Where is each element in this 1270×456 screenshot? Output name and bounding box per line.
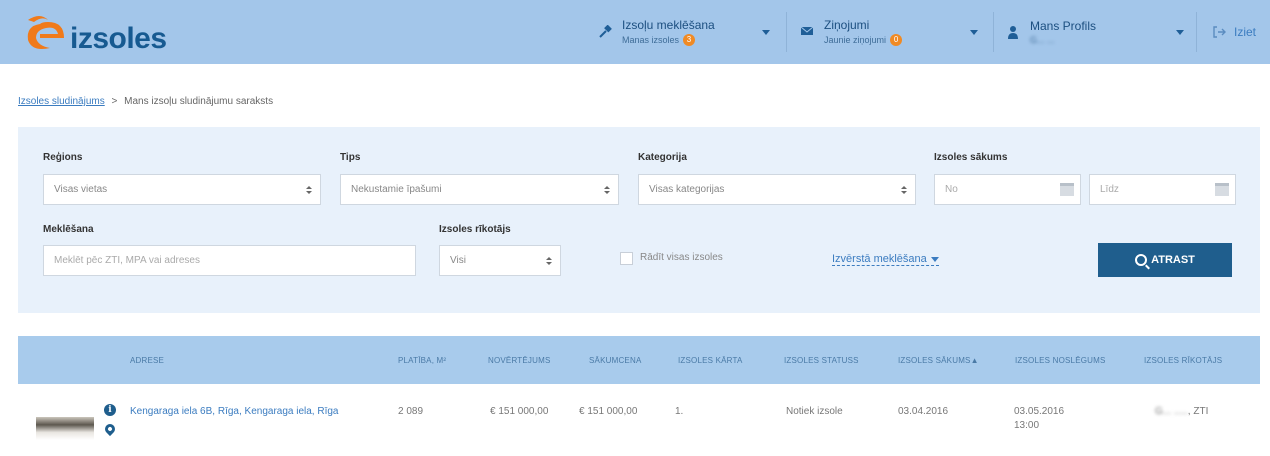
organizer-select[interactable]: Visi xyxy=(439,245,561,276)
nav-auction-search-subtitle: Manas izsoles xyxy=(622,35,680,45)
nav-divider xyxy=(1196,12,1197,52)
select-arrows-icon xyxy=(604,186,610,195)
auctions-count-badge: 3 xyxy=(683,34,696,46)
date-to-input[interactable]: Līdz xyxy=(1089,174,1236,205)
search-button-label: ATRAST xyxy=(1151,254,1195,266)
search-icon xyxy=(1135,254,1148,266)
auction-start-label: Izsoles sākums xyxy=(934,152,1008,163)
auction-status-value: Notiek izsole xyxy=(786,406,843,417)
nav-profile-username: G... ... xyxy=(1030,35,1055,45)
category-label: Kategorija xyxy=(638,152,687,163)
nav-profile[interactable]: Mans Profils G... ... xyxy=(1006,0,1096,64)
date-from-placeholder: No xyxy=(945,184,958,195)
valuation-value: € 151 000,00 xyxy=(490,406,549,417)
top-header: izsoles Izsoļu meklēšana Manas izsoles 3 … xyxy=(0,0,1270,64)
hammer-icon xyxy=(598,24,612,39)
calendar-icon[interactable] xyxy=(1060,183,1074,196)
info-icon[interactable]: i xyxy=(104,404,116,416)
column-organizer[interactable]: IZSOLES RĪKOTĀJS xyxy=(1144,356,1222,365)
breadcrumb-current: Mans izsoļu sludinājumu saraksts xyxy=(124,96,274,107)
organizer-label: Izsoles rīkotājs xyxy=(439,224,511,235)
show-all-checkbox[interactable] xyxy=(620,252,633,265)
show-all-label: Rādīt visas izsoles xyxy=(640,252,723,263)
region-label: Reģions xyxy=(43,152,83,163)
results-table-header: ADRESE PLATĪBA, m² NOVĒRTĒJUMS SĀKUMCENA… xyxy=(18,336,1260,384)
region-select-value: Visas vietas xyxy=(54,184,108,195)
breadcrumb: Izsoles sludinājums > Mans izsoļu sludin… xyxy=(18,96,273,107)
auction-start-value: 03.04.2016 xyxy=(898,406,949,417)
category-select-value: Visas kategorijas xyxy=(649,184,725,195)
column-valuation[interactable]: NOVĒRTĒJUMS xyxy=(488,356,551,365)
column-address[interactable]: ADRESE xyxy=(130,356,164,365)
area-value: 2 089 xyxy=(398,406,424,417)
organizer-select-value: Visi xyxy=(450,255,466,266)
chevron-down-icon xyxy=(930,256,939,262)
organizer-suffix: , ZTI xyxy=(1187,406,1209,417)
nav-auction-search-title: Izsoļu meklēšana xyxy=(622,18,715,32)
select-arrows-icon xyxy=(546,257,552,266)
nav-messages[interactable]: Ziņojumi Jaunie ziņojumi 0 xyxy=(800,0,903,64)
category-select[interactable]: Visas kategorijas xyxy=(638,174,916,205)
property-thumbnail[interactable] xyxy=(36,402,94,440)
map-pin-icon[interactable] xyxy=(102,421,118,437)
logo-text: izsoles xyxy=(70,22,167,55)
messages-count-badge: 0 xyxy=(890,34,903,46)
column-auction-status[interactable]: IZSOLES STATUSS xyxy=(784,356,859,365)
advanced-search-label: Izvērstā meklēšana xyxy=(832,253,927,265)
organizer-value: G... ....., ZTI xyxy=(1155,406,1208,417)
chevron-down-icon[interactable] xyxy=(1176,30,1184,35)
chevron-down-icon[interactable] xyxy=(970,30,978,35)
type-select[interactable]: Nekustamie īpašumi xyxy=(340,174,619,205)
address-link[interactable]: Kengaraga iela 6B, Rīga, Kengaraga iela,… xyxy=(130,406,338,417)
region-select[interactable]: Visas vietas xyxy=(43,174,321,205)
chevron-down-icon[interactable] xyxy=(762,30,770,35)
advanced-search-link[interactable]: Izvērstā meklēšana xyxy=(832,253,939,266)
column-area[interactable]: PLATĪBA, m² xyxy=(398,356,446,365)
type-label: Tips xyxy=(340,152,361,163)
search-input[interactable]: Meklēt pēc ZTI, MPA vai adreses xyxy=(43,245,416,276)
filter-panel: Reģions Visas vietas Tips Nekustamie īpa… xyxy=(18,127,1260,313)
organizer-name-blurred: G... ..... xyxy=(1155,406,1188,417)
search-input-placeholder: Meklēt pēc ZTI, MPA vai adreses xyxy=(54,255,200,266)
table-row[interactable]: i Kengaraga iela 6B, Rīga, Kengaraga iel… xyxy=(18,384,1260,456)
date-from-input[interactable]: No xyxy=(934,174,1081,205)
nav-divider xyxy=(786,12,787,52)
column-start-price[interactable]: SĀKUMCENA xyxy=(589,356,641,365)
user-icon xyxy=(1006,25,1020,39)
logo[interactable]: izsoles xyxy=(22,10,192,55)
breadcrumb-link[interactable]: Izsoles sludinājums xyxy=(18,96,105,107)
start-price-value: € 151 000,00 xyxy=(579,406,638,417)
auction-end-date: 03.05.2016 xyxy=(1014,406,1065,417)
select-arrows-icon xyxy=(306,186,312,195)
search-label: Meklēšana xyxy=(43,224,94,235)
type-select-value: Nekustamie īpašumi xyxy=(351,184,442,195)
auction-round-value: 1. xyxy=(675,406,684,417)
nav-auction-search[interactable]: Izsoļu meklēšana Manas izsoles 3 xyxy=(598,0,715,64)
nav-messages-title: Ziņojumi xyxy=(824,18,870,32)
date-to-placeholder: Līdz xyxy=(1100,184,1119,195)
column-auction-end[interactable]: IZSOLES NOSLĒGUMS xyxy=(1015,356,1106,365)
column-auction-round[interactable]: IZSOLES KĀRTA xyxy=(678,356,743,365)
envelope-icon xyxy=(800,25,814,39)
calendar-icon[interactable] xyxy=(1215,183,1229,196)
logout-button[interactable]: Iziet xyxy=(1212,0,1256,64)
nav-divider xyxy=(993,12,994,52)
breadcrumb-separator: > xyxy=(111,96,118,107)
column-auction-start[interactable]: IZSOLES SĀKUMS▲ xyxy=(898,356,979,365)
logout-icon xyxy=(1212,25,1226,39)
nav-messages-subtitle: Jaunie ziņojumi xyxy=(824,35,887,45)
auction-end-time: 13:00 xyxy=(1014,420,1040,431)
search-button[interactable]: ATRAST xyxy=(1098,243,1232,277)
logout-label: Iziet xyxy=(1234,25,1257,39)
select-arrows-icon xyxy=(901,186,907,195)
nav-profile-title: Mans Profils xyxy=(1030,19,1097,33)
